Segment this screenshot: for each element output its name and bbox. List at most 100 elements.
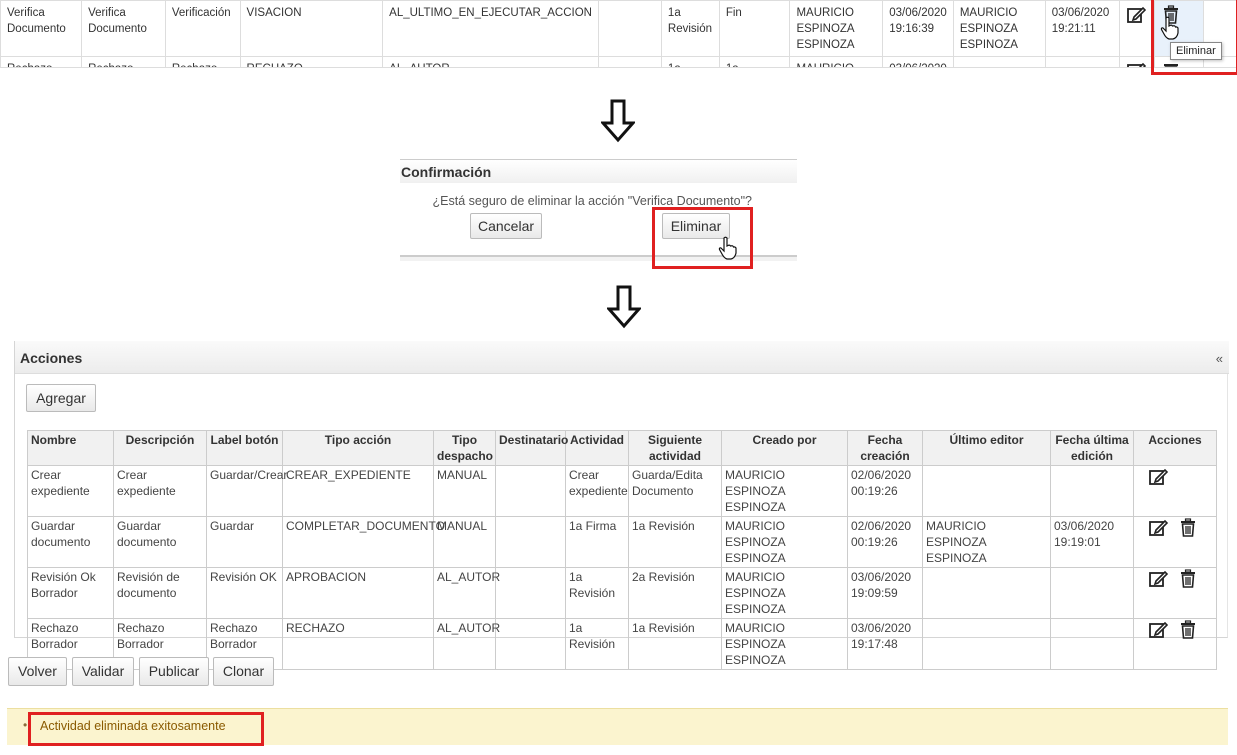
hand-pointer-icon [1160,16,1180,40]
table-cell [922,567,1051,619]
table-row: Revisión Ok Borrador Revisión de document… [27,567,1217,619]
table-header-row: Nombre Descripción Label botón Tipo acci… [27,430,1217,466]
table-cell: Guardar documento [27,516,114,568]
table-cell [1050,567,1134,619]
table-cell: APROBACION [282,567,434,619]
table-row: Verifica Documento Verifica Documento Ve… [0,0,1237,57]
pencil-square-icon[interactable] [1126,5,1148,25]
collapse-icon[interactable]: « [1216,351,1223,366]
column-header: Actividad [565,430,629,466]
cell: AL_ULTIMO_EN_EJECUTAR_ACCION [382,0,599,57]
trash-icon[interactable] [1178,620,1200,640]
clonar-button[interactable]: Clonar [213,657,274,686]
cell: 1a Revisión [660,0,720,57]
add-button[interactable]: Agregar [26,384,96,412]
pencil-square-icon[interactable] [1126,61,1148,67]
table-cell [495,567,566,619]
table-cell: MAURICIO ESPINOZA ESPINOZA [721,516,848,568]
table-cell: MANUAL [433,516,496,568]
cell: AL_AUTOR [382,56,599,67]
table-cell [1050,465,1134,517]
trash-icon[interactable] [1178,569,1200,589]
table-cell: 1a Revisión [628,516,722,568]
column-header: Nombre [27,430,114,466]
cell: Verifica Documento [81,0,166,57]
pencil-square-icon[interactable] [1148,467,1170,487]
cell [952,56,1046,67]
cell: MAURICIO ESPINOZA ESPINOZA [952,0,1046,57]
column-header: Fecha creación [847,430,923,466]
table-cell: COMPLETAR_DOCUMENTO [282,516,445,568]
cell: MAURICIO ESPINOZA ESPINOZA [789,0,884,57]
cell [597,56,662,67]
panel-header: Acciones « [15,341,1229,374]
row-actions-cell [1133,516,1217,568]
table-cell: Revisión de documento [113,567,207,619]
cell: VISACION [239,0,384,57]
cancel-button[interactable]: Cancelar [470,213,542,239]
cell [597,0,662,57]
column-header: Label botón [206,430,283,466]
column-header: Creado por [721,430,848,466]
dialog-title: Confirmación [400,159,797,183]
table-cell: Guarda/Edita Documento [628,465,722,517]
success-message: Actividad eliminada exitosamente [40,719,226,733]
table-cell: 02/06/2020 00:19:26 [847,465,923,517]
table-cell: AL_AUTOR [433,567,500,619]
table-cell: Crear expediente [27,465,114,517]
trash-icon[interactable] [1161,61,1183,67]
validar-button[interactable]: Validar [72,657,134,686]
hand-pointer-icon [718,236,738,260]
table-row: Rechazo Rechazo Rechazo RECHAZO AL_AUTOR… [0,56,1237,67]
table-cell: 03/06/2020 19:19:01 [1050,516,1134,568]
table-cell: MAURICIO ESPINOZA ESPINOZA [721,618,848,670]
table-cell: 2a Revisión [628,567,722,619]
tooltip: Eliminar [1170,42,1222,60]
acciones-panel: Acciones « Agregar Nombre Descripción La… [14,341,1229,670]
cell: MAURICIO [789,56,884,67]
column-header: Tipo acción [282,430,434,466]
table-cell: MAURICIO ESPINOZA ESPINOZA [721,465,848,517]
table-cell: 03/06/2020 19:17:48 [847,618,923,670]
column-header: Último editor [922,430,1051,466]
table-cell: 1a Revisión [565,618,629,670]
row-actions-cell [1133,465,1217,517]
table-cell: 1a Revisión [628,618,722,670]
cell: Verifica Documento [0,0,83,57]
table-cell: 1a Firma [565,516,629,568]
pencil-square-icon[interactable] [1148,518,1170,538]
down-arrow-icon [601,99,635,143]
table-cell: Crear expediente [565,465,629,517]
table-cell [1050,618,1134,670]
trash-icon[interactable] [1178,518,1200,538]
table-cell: MAURICIO ESPINOZA ESPINOZA [721,567,848,619]
table-cell: CREAR_EXPEDIENTE [282,465,434,517]
pencil-square-icon[interactable] [1148,620,1170,640]
table-row: Guardar documento Guardar documento Guarda… [27,516,1217,568]
cell: Rechazo [0,56,83,67]
table-cell: Revisión OK [206,567,283,619]
table-cell [495,618,566,670]
cropped-actions-table: Verifica Documento Verifica Documento Ve… [0,0,1237,68]
table-cell [495,465,566,517]
table-cell: Guardar/Crear [206,465,287,517]
publicar-button[interactable]: Publicar [139,657,209,686]
pencil-square-icon[interactable] [1148,569,1170,589]
cell: Fin [718,0,791,57]
cell: 03/06/2020 19:21:11 [1044,0,1121,57]
cell [1044,56,1121,67]
cell: Verificación [164,0,241,57]
table-cell [922,465,1051,517]
edit-cell [1119,56,1156,67]
bullet-icon: • [23,718,28,732]
cell: Rechazo [164,56,241,67]
table-cell: AL_AUTOR [433,618,500,670]
table-cell: Crear expediente [113,465,207,517]
volver-button[interactable]: Volver [8,657,67,686]
table-cell: Revisión Ok Borrador [27,567,114,619]
column-header: Fecha última edición [1050,430,1134,466]
column-header: Destinatario [495,430,568,466]
column-header: Tipo despacho [433,430,496,466]
table-cell: RECHAZO [282,618,434,670]
down-arrow-icon [607,285,641,329]
